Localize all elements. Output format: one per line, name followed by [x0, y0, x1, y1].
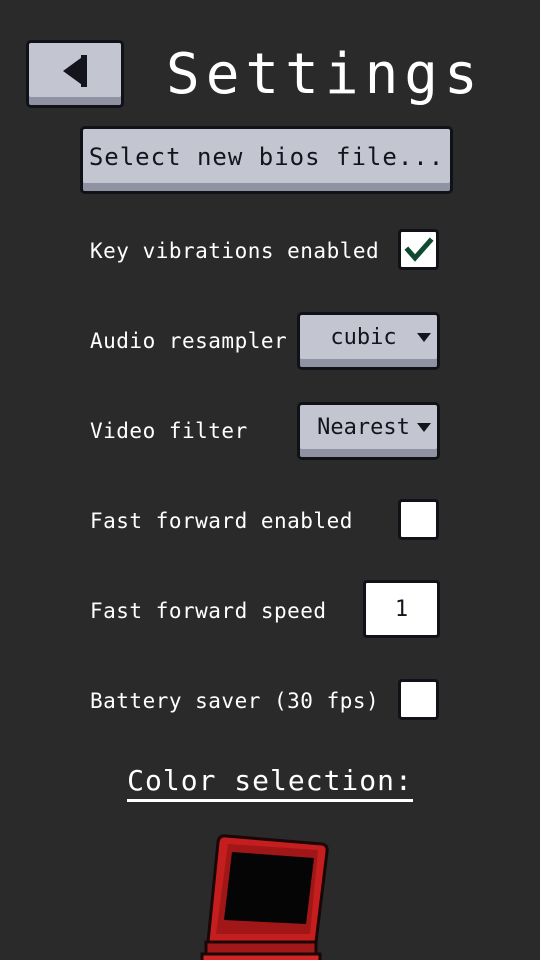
select-bios-button[interactable]: Select new bios file...	[80, 126, 453, 194]
fast-forward-enabled-checkbox[interactable]	[398, 499, 439, 540]
battery-saver-checkbox[interactable]	[398, 679, 439, 720]
color-selection-title: Color selection:	[0, 764, 540, 802]
dropdown-arrow-icon	[417, 333, 431, 342]
audio-resampler-value: cubic	[330, 325, 397, 350]
checkmark-icon	[403, 236, 434, 262]
key-vibrations-label: Key vibrations enabled	[90, 239, 380, 263]
audio-resampler-label: Audio resampler	[90, 329, 288, 353]
fast-forward-speed-input[interactable]: 1	[363, 580, 440, 638]
back-button[interactable]	[26, 40, 124, 108]
video-filter-value: Nearest	[317, 415, 410, 440]
settings-screen: Settings Select new bios file... Key vib…	[0, 0, 540, 960]
page-title: Settings	[166, 42, 484, 107]
video-filter-label: Video filter	[90, 419, 248, 443]
dropdown-arrow-icon	[417, 423, 431, 432]
battery-saver-label: Battery saver (30 fps)	[90, 689, 380, 713]
select-bios-label: Select new bios file...	[88, 143, 445, 171]
audio-resampler-dropdown[interactable]: cubic	[297, 312, 440, 370]
handheld-console-icon[interactable]	[198, 830, 338, 960]
back-arrow-icon	[63, 55, 87, 87]
video-filter-dropdown[interactable]: Nearest	[297, 402, 440, 460]
fast-forward-enabled-label: Fast forward enabled	[90, 509, 353, 533]
key-vibrations-checkbox[interactable]	[398, 229, 439, 270]
fast-forward-speed-label: Fast forward speed	[90, 599, 327, 623]
